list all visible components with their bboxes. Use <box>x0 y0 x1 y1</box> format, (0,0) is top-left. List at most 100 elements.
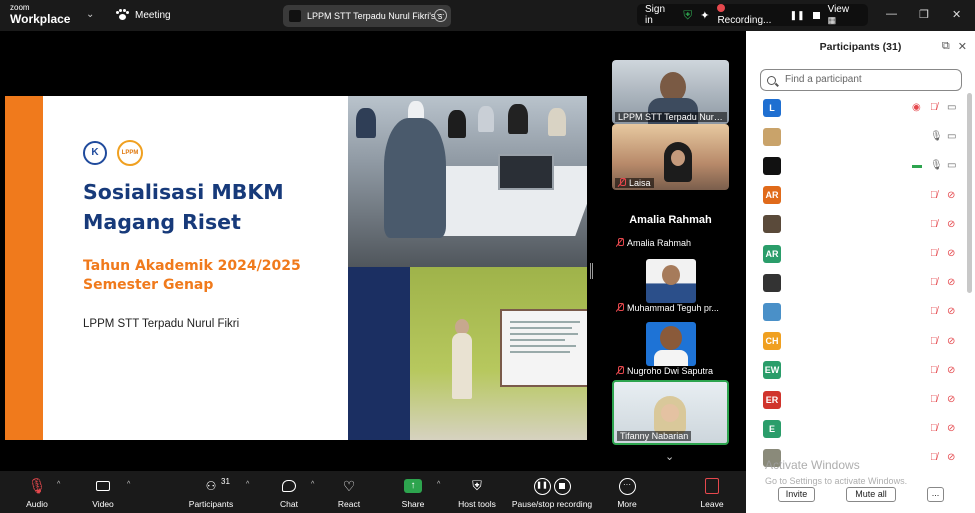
participant-photo[interactable] <box>646 259 696 303</box>
mic-muted-icon <box>616 366 624 375</box>
more-label: More <box>617 499 637 509</box>
mic-muted-icon[interactable]: 🎙̸ <box>930 423 938 434</box>
close-icon[interactable]: ✕ <box>952 8 961 21</box>
video-tile[interactable]: LPPM STT Terpadu Nuru... <box>612 60 729 124</box>
share-tab[interactable]: LPPM STT Terpadu Nurul Fikri's s ··· <box>283 5 451 27</box>
stop-icon <box>553 477 571 495</box>
invite-button[interactable]: Invite <box>778 487 815 502</box>
mic-icon[interactable]: 🎙 <box>930 160 943 171</box>
tile-name: Tifanny Nabarian <box>617 431 692 441</box>
participant-row[interactable]: Akhmam Fahmi_717168 🎙̸ ⊘ <box>746 297 968 326</box>
scrollbar[interactable] <box>967 93 972 293</box>
share-button[interactable]: ↑ Share <box>398 476 428 509</box>
video-off-icon[interactable]: ⊘ <box>947 394 955 405</box>
chat-button[interactable]: Chat <box>274 476 304 509</box>
mic-muted-icon[interactable]: 🎙̸ <box>930 365 938 376</box>
slide-logos: K LPPM <box>83 140 143 166</box>
pause-recording-icon[interactable]: ❚❚ <box>790 10 805 21</box>
participant-row[interactable]: CH Chintia Handayani 🎙̸ ⊘ <box>746 327 968 356</box>
mic-muted-icon[interactable]: 🎙̸ <box>930 277 938 288</box>
video-off-icon[interactable]: ⊘ <box>947 248 955 259</box>
share-options-chevron[interactable]: ^ <box>437 481 440 488</box>
stop-recording-icon[interactable] <box>812 11 820 19</box>
leave-button[interactable]: Leave <box>697 476 727 509</box>
video-off-icon[interactable]: ⊘ <box>947 306 955 317</box>
sparkle-icon[interactable]: ✦ <box>700 9 709 22</box>
video-camera-icon[interactable]: ▭ <box>947 160 956 171</box>
video-off-icon[interactable]: ⊘ <box>947 219 955 230</box>
mic-muted-icon[interactable]: 🎙̸ <box>930 336 938 347</box>
participant-row[interactable]: AR Amalia Rahmah (Co-host) 🎙̸ ⊘ <box>746 181 968 210</box>
resize-handle[interactable] <box>590 263 593 279</box>
participant-row[interactable]: AR Ahmad Rio Adriansyah 🎙̸ ⊘ <box>746 239 968 268</box>
video-off-icon[interactable]: ⊘ <box>947 365 955 376</box>
participants-count: 31 <box>221 477 230 486</box>
tile-name: LPPM STT Terpadu Nuru... <box>615 112 727 122</box>
react-button[interactable]: ♡ React <box>334 476 364 510</box>
participant-row[interactable]: E Erlangga 🎙̸ ⊘ <box>746 414 968 443</box>
mic-muted-icon <box>616 238 624 247</box>
chat-options-chevron[interactable]: ^ <box>311 481 314 488</box>
participant-row[interactable]: EW Edi Wibowo 🎙̸ ⊘ <box>746 356 968 385</box>
mic-muted-icon[interactable]: 🎙̸ <box>930 190 938 201</box>
participant-name: Laisa (Co-host, me) <box>790 102 874 113</box>
participant-row[interactable]: Ahmad Muhammad Natsir Abd... 🎙̸ ⊘ <box>746 210 968 239</box>
mic-muted-icon[interactable]: 🎙̸ <box>930 452 938 463</box>
more-button[interactable]: ··· More <box>613 476 641 509</box>
video-off-icon[interactable]: ⊘ <box>947 452 955 463</box>
slide-subtitle-line1: Tahun Akademik 2024/2025 <box>83 258 301 274</box>
video-off-icon[interactable]: ⊘ <box>947 336 955 347</box>
participant-row[interactable]: Tifanny Nabarian (Host) 🎙 ▭ <box>746 122 968 151</box>
audio-options-chevron[interactable]: ^ <box>57 481 60 488</box>
react-label: React <box>337 499 361 509</box>
more-options-button[interactable]: ... <box>927 487 944 502</box>
participant-name: LPPM STT Terpa... (Co-host) <box>790 160 913 172</box>
share-screen-icon: ↑ <box>404 479 422 493</box>
video-camera-icon[interactable]: ▭ <box>947 131 956 142</box>
host-tools-button[interactable]: ⛨ Host tools <box>454 476 500 509</box>
mic-muted-icon[interactable]: 🎙̸ <box>930 219 938 230</box>
more-icon[interactable]: ··· <box>434 9 447 22</box>
search-input[interactable]: Find a participant <box>760 69 962 91</box>
meeting-menu[interactable]: Meeting <box>116 9 171 21</box>
participants-options-chevron[interactable]: ^ <box>246 481 249 488</box>
video-options-chevron[interactable]: ^ <box>127 481 130 488</box>
chevron-down-icon[interactable]: ⌄ <box>665 450 674 463</box>
leave-label: Leave <box>700 499 724 509</box>
audio-button[interactable]: 🎙 Audio <box>18 476 56 509</box>
mic-muted-icon[interactable]: 🎙̸ <box>930 102 938 113</box>
video-off-icon[interactable]: ⊘ <box>947 423 955 434</box>
participant-row[interactable]: ER Edo Riansyah 🎙̸ ⊘ <box>746 385 968 414</box>
chevron-down-icon[interactable]: ⌄ <box>86 9 94 20</box>
mic-muted-icon[interactable]: 🎙̸ <box>930 394 938 405</box>
mic-icon[interactable]: 🎙 <box>930 131 943 142</box>
video-tile[interactable]: Laisa <box>612 124 729 190</box>
participant-row[interactable]: L Laisa (Co-host, me) ◉ 🎙̸ ▭ <box>746 93 968 122</box>
mic-muted-icon[interactable]: 🎙̸ <box>930 248 938 259</box>
popout-icon[interactable]: ⧉ <box>942 40 950 53</box>
video-off-icon[interactable]: ⊘ <box>947 190 955 201</box>
mic-muted-icon[interactable]: 🎙̸ <box>930 306 938 317</box>
video-camera-icon[interactable]: ▭ <box>947 102 956 113</box>
minimize-icon[interactable]: — <box>886 8 897 20</box>
tile-name-text: Nugroho Dwi Saputra <box>627 366 714 376</box>
heart-icon: ♡ <box>342 477 356 494</box>
participant-row[interactable]: Akhmad A 🎙̸ ⊘ <box>746 268 968 297</box>
mute-all-button[interactable]: Mute all <box>846 487 896 502</box>
close-icon[interactable]: ✕ <box>958 40 967 53</box>
video-camera-icon <box>96 481 110 491</box>
chat-icon <box>282 480 296 492</box>
restore-icon[interactable]: ❐ <box>919 8 929 21</box>
video-button[interactable]: Video <box>86 476 120 509</box>
participant-row[interactable]: LPPM STT Terpa... (Co-host) ▬ 🎙 ▭ <box>746 151 968 180</box>
shield-icon[interactable]: ⛨ <box>683 8 692 23</box>
meeting-label: Meeting <box>135 9 171 21</box>
avatar <box>763 127 781 146</box>
signin-button[interactable]: Sign in <box>645 4 675 26</box>
video-off-icon[interactable]: ⊘ <box>947 277 955 288</box>
participant-name: Chintia Handayani <box>790 335 868 347</box>
active-speaker-tile[interactable]: Tifanny Nabarian <box>612 380 729 445</box>
view-button[interactable]: View ▦ <box>828 4 860 26</box>
pause-stop-recording-button[interactable]: ❚❚ Pause/stop recording <box>508 476 596 509</box>
participant-photo[interactable] <box>646 322 696 366</box>
